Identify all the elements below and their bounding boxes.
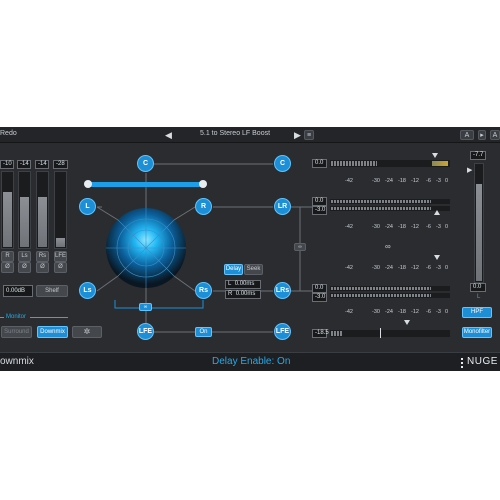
- output-gain-ls[interactable]: 0.0: [312, 284, 327, 293]
- master-arrow-icon[interactable]: ▶: [467, 165, 472, 177]
- master-value-field[interactable]: 0.0: [470, 283, 486, 292]
- threshold-marker-icon[interactable]: [404, 320, 410, 325]
- lfe-output-node[interactable]: LFE: [274, 323, 291, 340]
- output-gain-r[interactable]: -3.0: [312, 206, 327, 215]
- link-icon[interactable]: ∞: [294, 243, 306, 251]
- right-surround-node[interactable]: Rs: [195, 282, 212, 299]
- output-gain-lfe[interactable]: -18.5: [312, 329, 329, 338]
- output-meter-rs: [330, 293, 450, 298]
- delay-r-value: 0.00ms: [235, 291, 256, 297]
- plugin-window: Redo ◀ 5.1 to Stereo LF Boost ▶ ≡ A ▸ A …: [0, 127, 500, 371]
- output-meter-lfe: [330, 330, 450, 337]
- threshold-marker-icon[interactable]: [434, 210, 440, 215]
- width-slider-handle-left[interactable]: [84, 180, 92, 188]
- link-icon[interactable]: ∞: [139, 303, 152, 311]
- center-input-node[interactable]: C: [137, 155, 154, 172]
- brand-logo: NUGE: [467, 356, 498, 367]
- lfe-on-button[interactable]: On: [195, 327, 212, 337]
- monofilter-button[interactable]: Monofilter: [462, 327, 492, 338]
- master-meter: [474, 163, 484, 283]
- width-slider[interactable]: [88, 182, 204, 187]
- status-message: Delay Enable: On: [212, 356, 291, 367]
- logo-mark-icon: [461, 358, 463, 368]
- delay-r-label: R: [228, 291, 233, 297]
- master-peak-value: -7.7: [470, 151, 486, 160]
- plugin-title: ownmix: [0, 356, 34, 367]
- delay-l-label: L: [228, 281, 232, 287]
- delay-button[interactable]: Delay: [224, 264, 243, 275]
- output-gain-c[interactable]: 0.0: [312, 159, 327, 168]
- lfe-marker: [380, 328, 381, 338]
- lr-output-node[interactable]: LR: [274, 198, 291, 215]
- lfe-input-node[interactable]: LFE: [137, 323, 154, 340]
- threshold-marker-icon[interactable]: [432, 153, 438, 158]
- right-node[interactable]: R: [195, 198, 212, 215]
- output-meter-c: [330, 160, 450, 167]
- output-meter-ls: [330, 286, 450, 291]
- threshold-marker-icon[interactable]: [434, 255, 440, 260]
- output-gain-l[interactable]: 0.0: [312, 197, 327, 206]
- delay-r-field[interactable]: R 0.00ms: [225, 290, 261, 299]
- footer-bar: ownmix Delay Enable: On NUGE: [0, 352, 500, 371]
- left-surround-node[interactable]: Ls: [79, 282, 96, 299]
- left-node[interactable]: L: [79, 198, 96, 215]
- delay-l-field[interactable]: L 0.00ms: [225, 280, 261, 289]
- master-channel-label: L: [477, 294, 481, 300]
- seek-button[interactable]: Seek: [244, 264, 263, 275]
- lrs-output-node[interactable]: LRs: [274, 282, 291, 299]
- link-channels-icon[interactable]: ∞: [385, 242, 391, 251]
- output-meter-r: [330, 206, 450, 211]
- output-gain-rs[interactable]: -3.0: [312, 293, 327, 302]
- hpf-button[interactable]: HPF: [462, 307, 492, 318]
- output-meter-l: [330, 199, 450, 204]
- width-slider-handle-right[interactable]: [199, 180, 207, 188]
- delay-l-value: 0.00ms: [234, 281, 255, 287]
- center-output-node[interactable]: C: [274, 155, 291, 172]
